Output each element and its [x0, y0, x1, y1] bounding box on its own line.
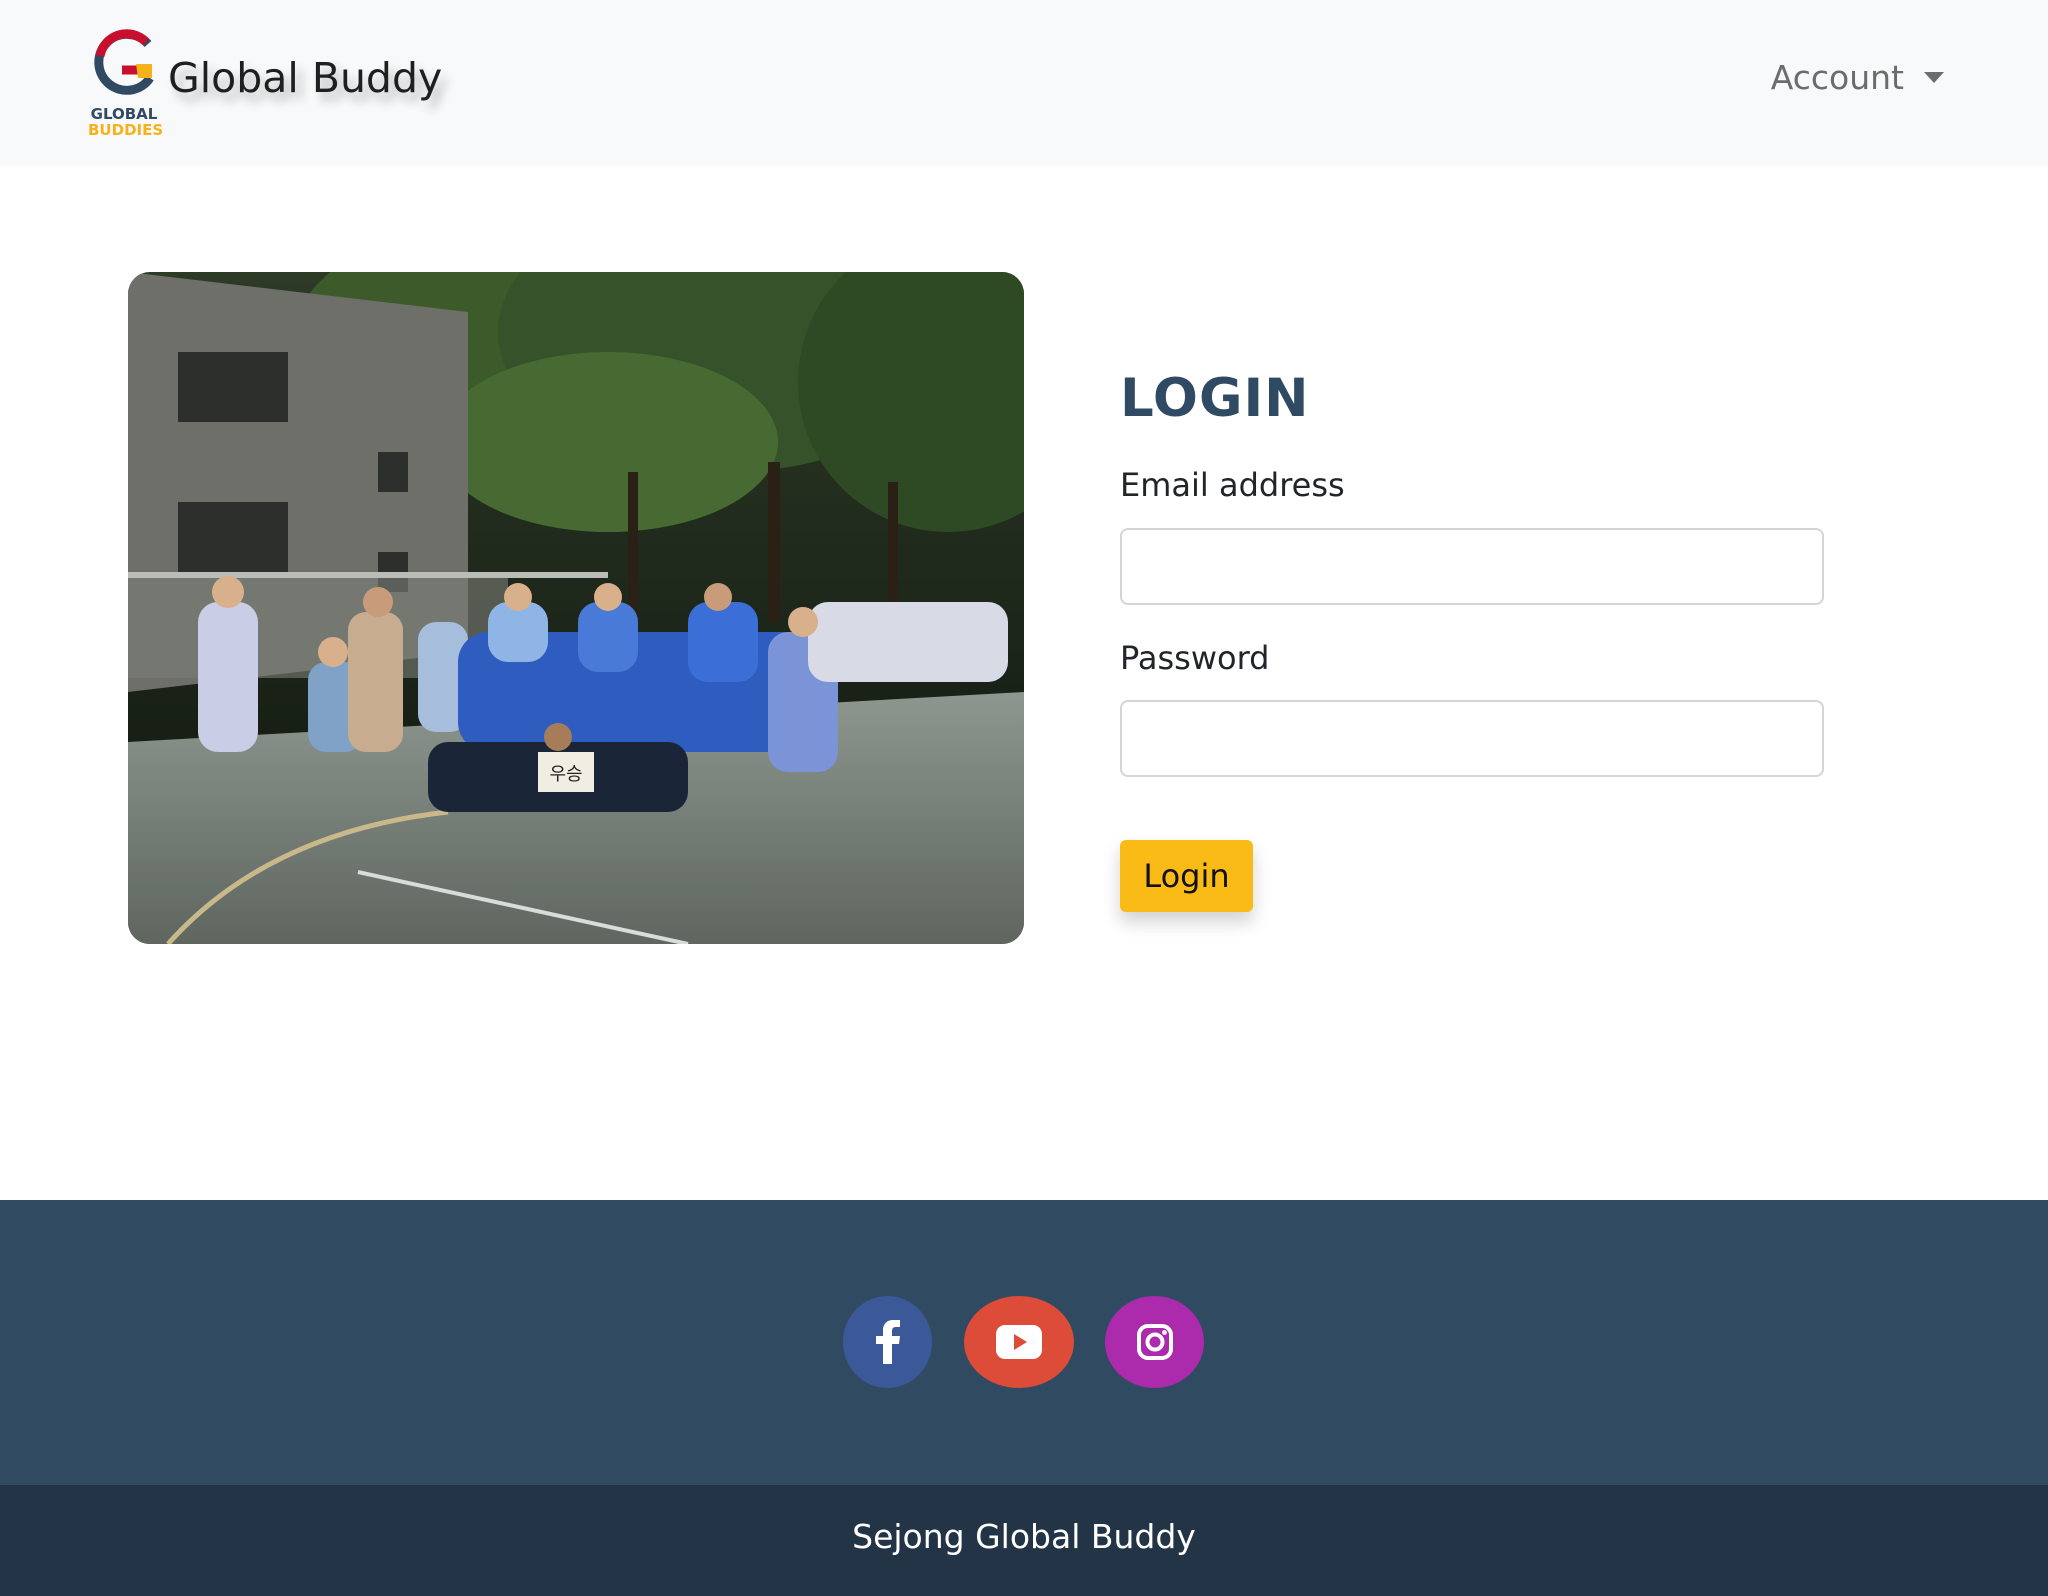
account-label[interactable]: Account	[1771, 58, 1904, 97]
facebook-icon[interactable]	[874, 1320, 902, 1364]
group-photo: 우승	[128, 272, 1024, 944]
password-label: Password	[1120, 639, 1270, 677]
instagram-icon[interactable]	[1136, 1323, 1174, 1361]
email-field[interactable]	[1120, 528, 1824, 605]
sign-text: 우승	[549, 764, 582, 785]
youtube-link[interactable]	[964, 1296, 1074, 1388]
caret-down-icon[interactable]	[1924, 72, 1944, 83]
account-dropdown[interactable]: Account	[1771, 58, 1944, 97]
global-buddies-logo: GLOBAL BUDDIES	[88, 26, 164, 142]
footer-copyright: Sejong Global Buddy	[852, 1517, 1196, 1556]
footer-social	[0, 1200, 2048, 1485]
logo-text-line1: GLOBAL	[90, 105, 158, 123]
logo-text-line2: BUDDIES	[88, 121, 164, 139]
email-label: Email address	[1120, 466, 1345, 504]
logo-text: GLOBAL BUDDIES	[88, 105, 164, 139]
brand-name[interactable]: Global Buddy	[168, 54, 442, 102]
facebook-link[interactable]	[843, 1296, 932, 1388]
instagram-link[interactable]	[1105, 1296, 1204, 1388]
navbar: GLOBAL BUDDIES Global Buddy Account	[0, 0, 2048, 166]
password-field[interactable]	[1120, 700, 1824, 777]
login-button[interactable]: Login	[1120, 840, 1253, 912]
login-title: LOGIN	[1120, 368, 1310, 429]
youtube-icon[interactable]	[996, 1325, 1042, 1359]
footer-copyright-bar: Sejong Global Buddy	[0, 1485, 2048, 1596]
brand-link[interactable]: GLOBAL BUDDIES Global Buddy	[88, 26, 442, 142]
